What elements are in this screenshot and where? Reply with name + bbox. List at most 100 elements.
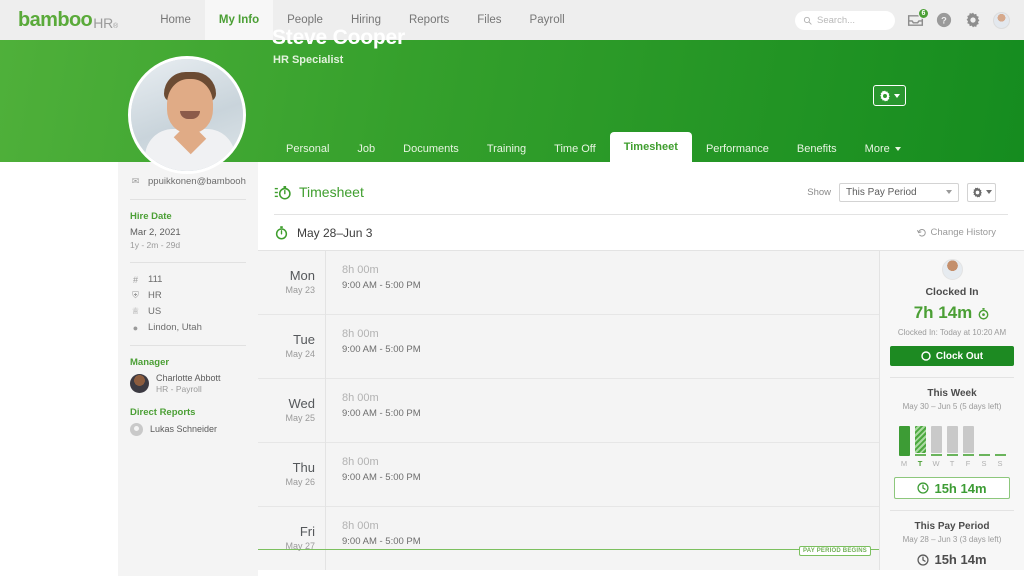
chart-label-fri: F (963, 459, 974, 468)
chart-bar-thu (947, 420, 958, 456)
tab-timesheet[interactable]: Timesheet (610, 132, 692, 162)
svg-text:?: ? (941, 16, 947, 26)
week-total-value: 15h 14m (934, 481, 986, 496)
tab-benefits[interactable]: Benefits (783, 136, 851, 162)
manager-role: HR - Payroll (156, 384, 221, 395)
tab-performance[interactable]: Performance (692, 136, 783, 162)
bar-value (915, 426, 926, 453)
manager-avatar (130, 374, 149, 393)
clock-status: Clocked In (890, 286, 1014, 298)
clock-out-icon (921, 351, 931, 361)
pay-period-divider-line (258, 549, 879, 550)
clocked-in-note: Clocked In: Today at 10:20 AM (890, 328, 1014, 337)
entry-times: 9:00 AM - 5:00 PM (342, 471, 879, 485)
direct-report-row[interactable]: Lukas Schneider (130, 423, 246, 436)
clock-out-button[interactable]: Clock Out (890, 346, 1014, 366)
stopwatch-icon (274, 225, 289, 240)
employee-settings-button[interactable] (873, 85, 906, 106)
nav-item-payroll[interactable]: Payroll (516, 0, 579, 40)
entry-hours: 8h 00m (342, 518, 879, 535)
day-name: Wed (289, 397, 316, 412)
direct-report-avatar (130, 423, 143, 436)
day-date: May 27 (285, 540, 315, 553)
search-icon (803, 16, 812, 25)
chart-label-wed: W (931, 459, 942, 468)
day-name: Thu (293, 461, 315, 476)
bar-baseline (947, 454, 958, 456)
tab-more[interactable]: More (851, 136, 915, 162)
employee-avatar[interactable] (128, 56, 246, 174)
pay-period-total-value: 15h 14m (934, 552, 986, 567)
bar-baseline (931, 454, 942, 456)
manager-row[interactable]: Charlotte Abbott HR - Payroll (130, 373, 246, 395)
chart-bar-mon (899, 420, 910, 456)
timesheet-panel: Timesheet Show This Pay Period (258, 162, 1024, 576)
email-row[interactable]: ✉ ppuikkonen@bamboohr.c... (130, 176, 246, 187)
division-row: ♕ US (130, 306, 246, 317)
bamboohr-logo[interactable]: bamboo HR ® (18, 10, 118, 30)
settings-button[interactable] (964, 11, 982, 29)
department-row: ⛨ HR (130, 290, 246, 301)
table-row: Thu May 26 (258, 443, 325, 507)
chart-label-tue: T (915, 459, 926, 468)
pay-period-row: May 28–Jun 3 Change History (258, 215, 1024, 250)
tab-documents[interactable]: Documents (389, 136, 473, 162)
tab-training[interactable]: Training (473, 136, 540, 162)
tab-job[interactable]: Job (343, 136, 389, 162)
nav-item-reports[interactable]: Reports (395, 0, 463, 40)
search-input[interactable]: Search... (795, 11, 895, 30)
timesheet-settings-button[interactable] (967, 183, 996, 202)
logo-registered-mark: ® (113, 23, 118, 30)
location-value: Lindon, Utah (148, 322, 202, 333)
chart-label-sat: S (979, 459, 990, 468)
panel-divider (890, 510, 1014, 511)
timesheet-entry[interactable]: 8h 00m 9:00 AM - 5:00 PM (326, 379, 879, 443)
chart-label-mon: M (899, 459, 910, 468)
entry-hours: 8h 00m (342, 262, 879, 279)
hire-date-value: Mar 2, 2021 (130, 227, 246, 238)
chart-label-thu: T (947, 459, 958, 468)
pay-period-select[interactable]: This Pay Period (839, 183, 959, 202)
timesheet-entry[interactable]: 8h 00m 9:00 AM - 5:00 PM (326, 315, 879, 379)
logo-wordmark: bamboo (18, 10, 92, 30)
change-history-button[interactable]: Change History (917, 227, 996, 238)
entry-hours: 8h 00m (342, 390, 879, 407)
envelope-icon: ✉ (130, 176, 141, 187)
clock-icon (917, 482, 929, 494)
entry-hours: 8h 00m (342, 454, 879, 471)
elapsed-time-value: 7h 14m (914, 303, 973, 323)
chevron-down-icon (894, 94, 900, 98)
sidebar-divider (130, 345, 246, 346)
gear-icon (879, 90, 891, 102)
logo-hr-suffix: HR (93, 16, 113, 30)
nav-item-files[interactable]: Files (463, 0, 515, 40)
department-value: HR (148, 290, 162, 301)
avatar-face (167, 79, 213, 133)
timesheet-entry[interactable]: 8h 00m 9:00 AM - 5:00 PM (326, 443, 879, 507)
timesheet-entry[interactable]: 8h 00m 9:00 AM - 5:00 PM (326, 251, 879, 315)
day-name: Tue (293, 333, 315, 348)
nav-item-my-info[interactable]: My Info (205, 0, 273, 40)
clock-in-card: Clocked In 7h 14m Clocked In: Today at 1… (880, 259, 1024, 378)
pay-period-heading: This Pay Period (890, 521, 1014, 532)
tab-personal[interactable]: Personal (272, 136, 343, 162)
change-history-label: Change History (931, 227, 996, 238)
division-value: US (148, 306, 161, 317)
chart-bar-tue (915, 420, 926, 456)
bar-value (963, 426, 974, 453)
timesheet-grid: Mon May 23 Tue May 24 Wed May 25 Thu May… (258, 250, 1024, 570)
table-row: Tue May 24 (258, 315, 325, 379)
elapsed-time: 7h 14m (890, 303, 1014, 323)
timesheet-entry[interactable]: 8h 00m 9:00 AM - 5:00 PM (326, 507, 879, 570)
timesheet-header: Timesheet Show This Pay Period (258, 162, 1024, 206)
inbox-button[interactable]: 6 (906, 11, 924, 29)
entry-times: 9:00 AM - 5:00 PM (342, 407, 879, 421)
nav-item-home[interactable]: Home (146, 0, 205, 40)
tab-time-off[interactable]: Time Off (540, 136, 610, 162)
bar-value (899, 426, 910, 456)
direct-report-name: Lukas Schneider (150, 424, 217, 435)
account-avatar[interactable] (993, 12, 1010, 29)
help-button[interactable]: ? (935, 11, 953, 29)
avatar (942, 259, 963, 280)
clock-icon (917, 554, 929, 566)
